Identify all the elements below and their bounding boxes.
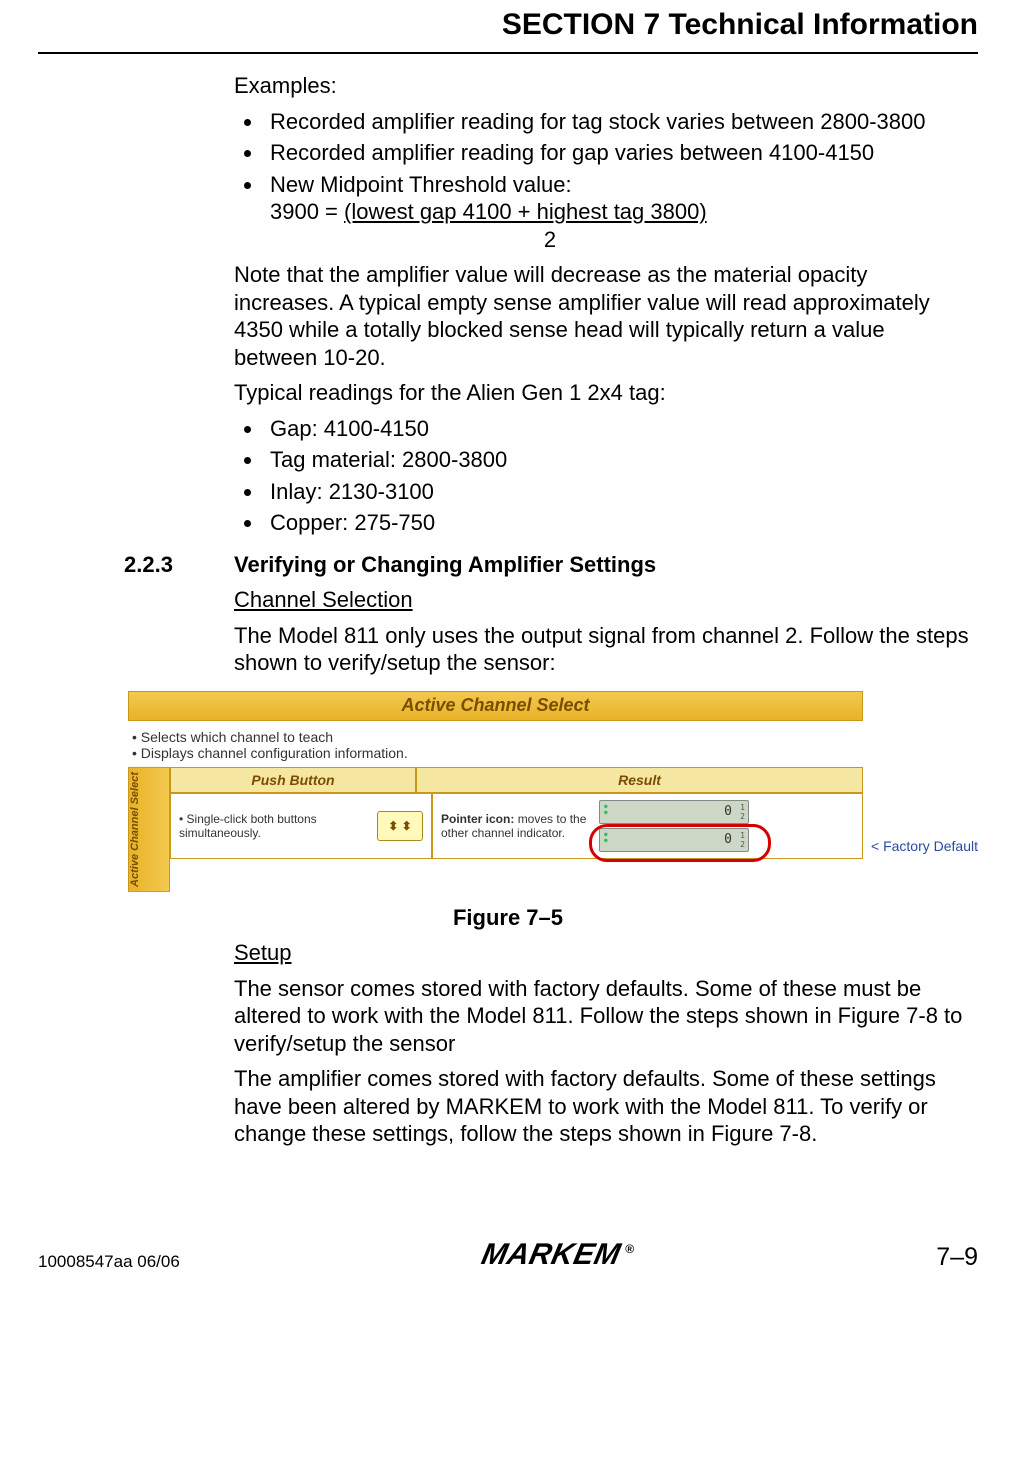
channel-selection-paragraph: The Model 811 only uses the output signa…: [234, 622, 972, 677]
lcd-value: 0: [724, 804, 732, 819]
subsection-heading: 2.2.3 Verifying or Changing Amplifier Se…: [124, 551, 972, 579]
figure-col-header-result: Result: [416, 767, 863, 793]
setup-paragraph-2: The amplifier comes stored with factory …: [234, 1065, 972, 1148]
list-item: Recorded amplifier reading for tag stock…: [264, 108, 972, 136]
header-rule: [38, 52, 978, 54]
list-item: Gap: 4100-4150: [264, 415, 972, 443]
subsection-number: 2.2.3: [124, 551, 234, 579]
figure-push-button-cell: • Single-click both buttons simultaneous…: [170, 793, 432, 859]
equation-denominator: 2: [360, 226, 740, 254]
equation-lhs: 3900 =: [270, 199, 344, 224]
footer-brand-text: MARKEM: [479, 1238, 624, 1272]
list-item: New Midpoint Threshold value: 3900 = (lo…: [264, 171, 972, 254]
subsection-title: Verifying or Changing Amplifier Settings: [234, 551, 656, 579]
list-item: Tag material: 2800-3800: [264, 446, 972, 474]
figure-caption: Figure 7–5: [38, 905, 978, 931]
figure-result-cell: Pointer icon: moves to the other channel…: [432, 793, 863, 859]
double-arrow-button-icon: ⬍ ⬍: [377, 811, 423, 841]
lcd-value: 0: [724, 832, 732, 847]
list-item: Copper: 275-750: [264, 509, 972, 537]
figure-subpoint: Displays channel configuration informati…: [132, 745, 863, 761]
examples-label: Examples:: [234, 72, 972, 100]
examples-bullets: Recorded amplifier reading for tag stock…: [234, 108, 972, 254]
figure-push-button-text: Single-click both buttons simultaneously…: [179, 812, 317, 840]
section-header: SECTION 7 Technical Information: [38, 0, 978, 46]
factory-default-label: < Factory Default: [871, 838, 978, 854]
figure-col-header-push-button: Push Button: [170, 767, 416, 793]
footer-doc-id: 10008547aa 06/06: [38, 1252, 180, 1272]
note-paragraph: Note that the amplifier value will decre…: [234, 261, 972, 371]
equation-numerator: (lowest gap 4100 + highest tag 3800): [344, 199, 707, 224]
setup-paragraph-1: The sensor comes stored with factory def…: [234, 975, 972, 1058]
channel-selection-heading: Channel Selection: [234, 586, 972, 614]
typical-readings-list: Gap: 4100-4150 Tag material: 2800-3800 I…: [234, 415, 972, 537]
lcd-channel-2: ●● 0 12: [599, 828, 749, 852]
page-footer: 10008547aa 06/06 MARKEM® 7–9: [0, 1238, 1016, 1290]
figure-7-5: Active Channel Select Selects which chan…: [128, 691, 978, 892]
footer-page-number: 7–9: [936, 1243, 978, 1272]
footer-logo: MARKEM®: [479, 1238, 638, 1272]
figure-titlebar: Active Channel Select: [128, 691, 863, 721]
figure-side-label: Active Channel Select: [128, 767, 170, 892]
list-item: Recorded amplifier reading for gap varie…: [264, 139, 972, 167]
typical-readings-label: Typical readings for the Alien Gen 1 2x4…: [234, 379, 972, 407]
midpoint-label: New Midpoint Threshold value:: [270, 172, 572, 197]
figure-subpoint: Selects which channel to teach: [132, 729, 863, 745]
setup-heading: Setup: [234, 939, 972, 967]
registered-mark-icon: ®: [626, 1242, 635, 1256]
lcd-channel-1: ●● 0 12: [599, 800, 749, 824]
list-item: Inlay: 2130-3100: [264, 478, 972, 506]
